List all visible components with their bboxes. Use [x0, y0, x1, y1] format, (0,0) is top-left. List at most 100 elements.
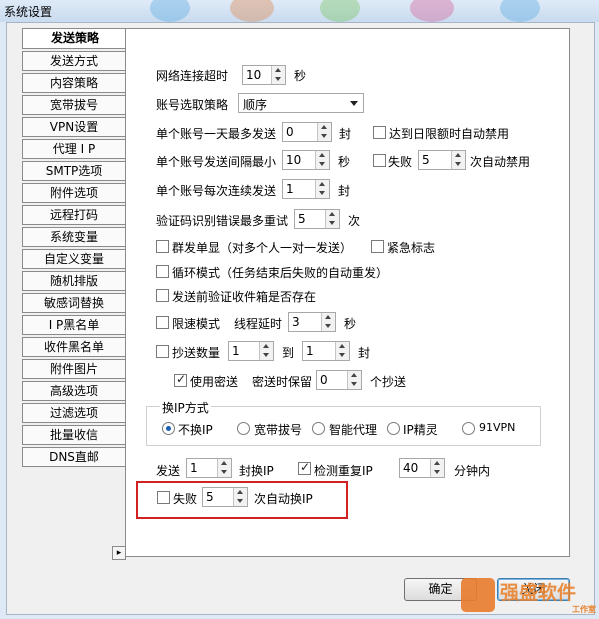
thread-delay-input[interactable]: 3 — [288, 312, 336, 332]
bcc-keep-label: 密送时保留 — [252, 375, 313, 389]
tab-item[interactable]: 代理 I P — [22, 139, 126, 159]
daily-max-input[interactable]: 0 — [282, 122, 332, 142]
speed-limit-checkbox[interactable] — [156, 316, 169, 329]
detect-dup-suffix: 分钟内 — [454, 464, 491, 478]
send-ip-suffix: 封换IP — [239, 464, 274, 478]
spin-arrows-icon[interactable] — [321, 313, 335, 331]
tab-item[interactable]: 收件黑名单 — [22, 337, 126, 357]
chevron-down-icon — [350, 101, 358, 106]
chevron-right-icon: ▸ — [116, 548, 122, 558]
spin-arrows-icon[interactable] — [430, 459, 444, 477]
tab-item[interactable]: 远程打码 — [22, 205, 126, 225]
spin-arrows-icon[interactable] — [317, 123, 331, 141]
spin-arrows-icon[interactable] — [451, 151, 465, 169]
logo-icon — [461, 578, 495, 612]
tab-item[interactable]: 发送方式 — [22, 51, 126, 71]
fail-disable-label: 失败 — [388, 155, 413, 169]
radio-no-switch[interactable] — [162, 422, 175, 435]
fail-switch-input[interactable]: 5 — [202, 487, 248, 507]
spin-arrows-icon[interactable] — [271, 66, 285, 84]
daily-limit-disable-label: 达到日限额时自动禁用 — [389, 127, 510, 141]
net-timeout-label: 网络连接超时 — [156, 69, 229, 83]
banner-decoration — [320, 0, 360, 22]
cc-to-label: 到 — [282, 346, 295, 360]
radio-smart-proxy[interactable] — [312, 422, 325, 435]
radio-no-switch-label: 不换IP — [178, 423, 213, 437]
watermark-sub: 工作室 — [572, 605, 596, 614]
captcha-retry-input[interactable]: 5 — [294, 209, 340, 229]
radio-91vpn[interactable] — [462, 422, 475, 435]
tab-item[interactable]: 发送策略 — [22, 28, 127, 49]
bcc-keep-input[interactable]: 0 — [316, 370, 362, 390]
detect-dup-checkbox[interactable]: ✓ — [298, 460, 311, 475]
tab-item[interactable]: 敏感词替换 — [22, 293, 126, 313]
settings-tab-list: 发送策略 发送方式 内容策略 宽带拔号 VPN设置 代理 I P SMTP选项 附件选项 远程打… — [22, 28, 127, 469]
cc-count-label: 抄送数量 — [172, 346, 221, 360]
tab-scroll-button[interactable]: ▸ — [112, 546, 126, 560]
tab-item[interactable]: 内容策略 — [22, 73, 126, 93]
tab-item[interactable]: 宽带拔号 — [22, 95, 126, 115]
send-ip-input[interactable]: 1 — [186, 458, 232, 478]
spin-arrows-icon[interactable] — [259, 342, 273, 360]
spin-arrows-icon[interactable] — [347, 371, 361, 389]
fail-switch-label: 失败 — [173, 492, 198, 506]
title-bar: 系统设置 — [0, 0, 599, 22]
tab-item[interactable]: 附件选项 — [22, 183, 126, 203]
spin-arrows-icon[interactable] — [335, 342, 349, 360]
fail-switch-checkbox[interactable] — [157, 491, 170, 504]
tab-item[interactable]: 系统变量 — [22, 227, 126, 247]
daily-max-label: 单个账号一天最多发送 — [156, 127, 277, 141]
net-timeout-input[interactable]: 10 — [242, 65, 286, 85]
send-strategy-panel: 网络连接超时 10 秒 账号选取策略 顺序 单个账号一天最多发送 0 封 达到日… — [125, 28, 570, 557]
fail-disable-checkbox[interactable] — [373, 154, 386, 167]
tab-item[interactable]: 高级选项 — [22, 381, 126, 401]
cc-count-unit: 封 — [358, 346, 371, 360]
tab-item[interactable]: 过滤选项 — [22, 403, 126, 423]
spin-arrows-icon[interactable] — [217, 459, 231, 477]
thread-delay-label: 线程延时 — [234, 317, 283, 331]
daily-limit-disable-checkbox[interactable] — [373, 126, 386, 139]
urgent-label: 紧急标志 — [387, 241, 436, 255]
radio-ip-genie[interactable] — [387, 422, 400, 435]
account-strategy-select[interactable]: 顺序 — [238, 93, 364, 113]
bcc-suffix: 个抄送 — [370, 375, 407, 389]
verify-inbox-checkbox[interactable] — [156, 289, 169, 302]
spin-arrows-icon[interactable] — [315, 180, 329, 198]
cc-to-input[interactable]: 1 — [302, 341, 350, 361]
consecutive-input[interactable]: 1 — [282, 179, 330, 199]
spin-arrows-icon[interactable] — [233, 488, 247, 506]
captcha-retry-label: 验证码识别错误最多重试 — [156, 214, 289, 228]
group-single-label: 群发单显（对多个人一对一发送） — [172, 241, 353, 255]
loop-mode-checkbox[interactable] — [156, 265, 169, 278]
min-interval-input[interactable]: 10 — [282, 150, 330, 170]
tab-item[interactable]: 批量收信 — [22, 425, 126, 445]
min-interval-label: 单个账号发送间隔最小 — [156, 155, 277, 169]
tab-item[interactable]: 自定义变量 — [22, 249, 126, 269]
banner-decoration — [230, 0, 274, 22]
fail-switch-suffix: 次自动换IP — [254, 492, 313, 506]
fail-disable-input[interactable]: 5 — [418, 150, 466, 170]
tab-item[interactable]: 随机排版 — [22, 271, 126, 291]
tab-item[interactable]: VPN设置 — [22, 117, 126, 137]
cc-count-checkbox[interactable] — [156, 345, 169, 358]
tab-item[interactable]: DNS直邮 — [22, 447, 126, 467]
cc-from-input[interactable]: 1 — [228, 341, 274, 361]
banner-decoration — [410, 0, 454, 22]
tab-item[interactable]: I P黑名单 — [22, 315, 126, 335]
bcc-checkbox[interactable]: ✓ — [174, 372, 187, 387]
consecutive-label: 单个账号每次连续发送 — [156, 184, 277, 198]
min-interval-unit: 秒 — [338, 155, 351, 169]
thread-delay-unit: 秒 — [344, 317, 357, 331]
radio-broadband[interactable] — [237, 422, 250, 435]
urgent-checkbox[interactable] — [371, 240, 384, 253]
checkmark-icon: ✓ — [300, 460, 311, 474]
radio-broadband-label: 宽带拔号 — [254, 423, 303, 437]
tab-item[interactable]: SMTP选项 — [22, 161, 126, 181]
detect-dup-label: 检测重复IP — [314, 464, 373, 478]
spin-arrows-icon[interactable] — [325, 210, 339, 228]
detect-dup-input[interactable]: 40 — [399, 458, 445, 478]
group-single-checkbox[interactable] — [156, 240, 169, 253]
spin-arrows-icon[interactable] — [315, 151, 329, 169]
tab-item[interactable]: 附件图片 — [22, 359, 126, 379]
radio-91vpn-label: 91VPN — [479, 421, 516, 434]
